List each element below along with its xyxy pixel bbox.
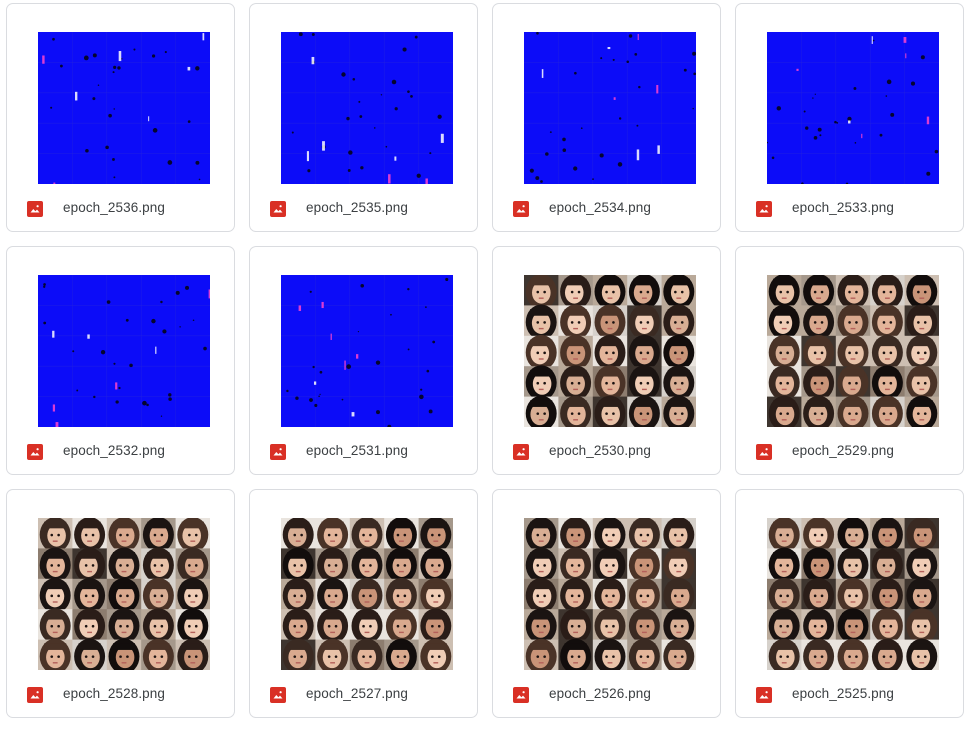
- thumbnail: [767, 518, 939, 670]
- file-name: epoch_2534.png: [549, 200, 651, 215]
- thumbnail: [38, 275, 210, 427]
- file-name: epoch_2535.png: [306, 200, 408, 215]
- file-name: epoch_2533.png: [792, 200, 894, 215]
- image-file-icon: [756, 444, 772, 460]
- thumbnail: [767, 32, 939, 184]
- file-card[interactable]: epoch_2528.png: [6, 489, 235, 718]
- thumbnail: [524, 32, 696, 184]
- file-card[interactable]: epoch_2531.png: [249, 246, 478, 475]
- file-name: epoch_2531.png: [306, 443, 408, 458]
- file-name: epoch_2527.png: [306, 686, 408, 701]
- file-card[interactable]: epoch_2533.png: [735, 3, 964, 232]
- image-file-icon: [513, 687, 529, 703]
- file-name: epoch_2525.png: [792, 686, 894, 701]
- image-file-icon: [756, 201, 772, 217]
- file-card[interactable]: epoch_2536.png: [6, 3, 235, 232]
- file-card[interactable]: epoch_2532.png: [6, 246, 235, 475]
- file-name: epoch_2529.png: [792, 443, 894, 458]
- thumbnail: [38, 32, 210, 184]
- file-card[interactable]: epoch_2525.png: [735, 489, 964, 718]
- image-file-icon: [27, 444, 43, 460]
- image-file-icon: [513, 201, 529, 217]
- thumbnail: [524, 518, 696, 670]
- image-file-icon: [27, 687, 43, 703]
- file-card[interactable]: epoch_2530.png: [492, 246, 721, 475]
- thumbnail: [281, 275, 453, 427]
- image-file-icon: [27, 201, 43, 217]
- file-grid: epoch_2536.png epoch_2535.png epoch_2534…: [6, 3, 964, 718]
- thumbnail: [281, 518, 453, 670]
- image-file-icon: [756, 687, 772, 703]
- thumbnail: [38, 518, 210, 670]
- file-name: epoch_2526.png: [549, 686, 651, 701]
- thumbnail: [524, 275, 696, 427]
- image-file-icon: [270, 201, 286, 217]
- file-card[interactable]: epoch_2535.png: [249, 3, 478, 232]
- image-file-icon: [270, 687, 286, 703]
- image-file-icon: [270, 444, 286, 460]
- file-card[interactable]: epoch_2527.png: [249, 489, 478, 718]
- file-name: epoch_2532.png: [63, 443, 165, 458]
- file-card[interactable]: epoch_2529.png: [735, 246, 964, 475]
- file-card[interactable]: epoch_2534.png: [492, 3, 721, 232]
- file-name: epoch_2528.png: [63, 686, 165, 701]
- file-name: epoch_2536.png: [63, 200, 165, 215]
- image-file-icon: [513, 444, 529, 460]
- thumbnail: [767, 275, 939, 427]
- file-card[interactable]: epoch_2526.png: [492, 489, 721, 718]
- thumbnail: [281, 32, 453, 184]
- file-name: epoch_2530.png: [549, 443, 651, 458]
